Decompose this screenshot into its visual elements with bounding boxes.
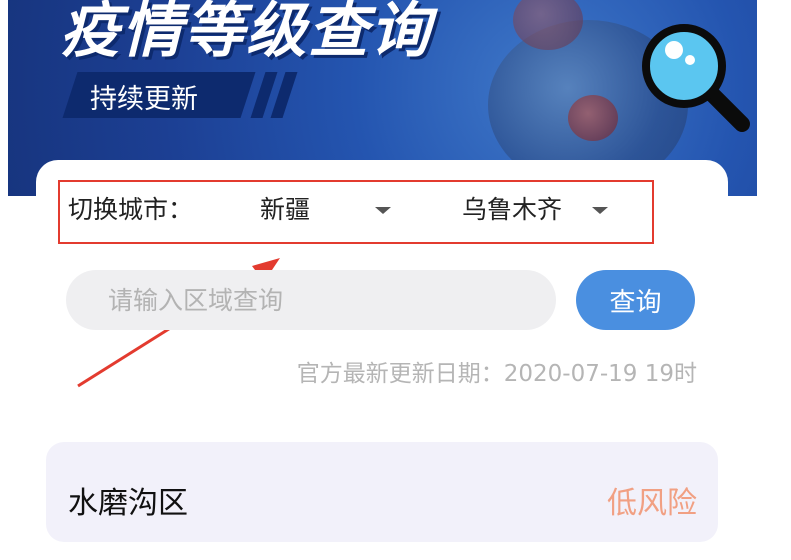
chevron-down-icon[interactable]	[592, 207, 608, 214]
magnifier-icon	[642, 24, 750, 132]
virus-small-illustration	[568, 95, 618, 141]
chevron-down-icon[interactable]	[375, 207, 391, 214]
search-input[interactable]	[66, 270, 556, 330]
banner-title: 疫情等级查询	[60, 0, 432, 66]
district-name: 水磨沟区	[68, 486, 188, 521]
update-date-text: 官方最新更新日期：2020-07-19 19时	[296, 361, 697, 387]
risk-level-badge: 低风险	[607, 486, 697, 521]
city-selector-label: 切换城市：	[68, 195, 194, 224]
query-button[interactable]: 查询	[576, 270, 695, 330]
banner-subtitle: 持续更新	[90, 84, 198, 115]
province-dropdown[interactable]: 新疆	[260, 190, 310, 226]
city-dropdown[interactable]: 乌鲁木齐	[462, 190, 562, 226]
